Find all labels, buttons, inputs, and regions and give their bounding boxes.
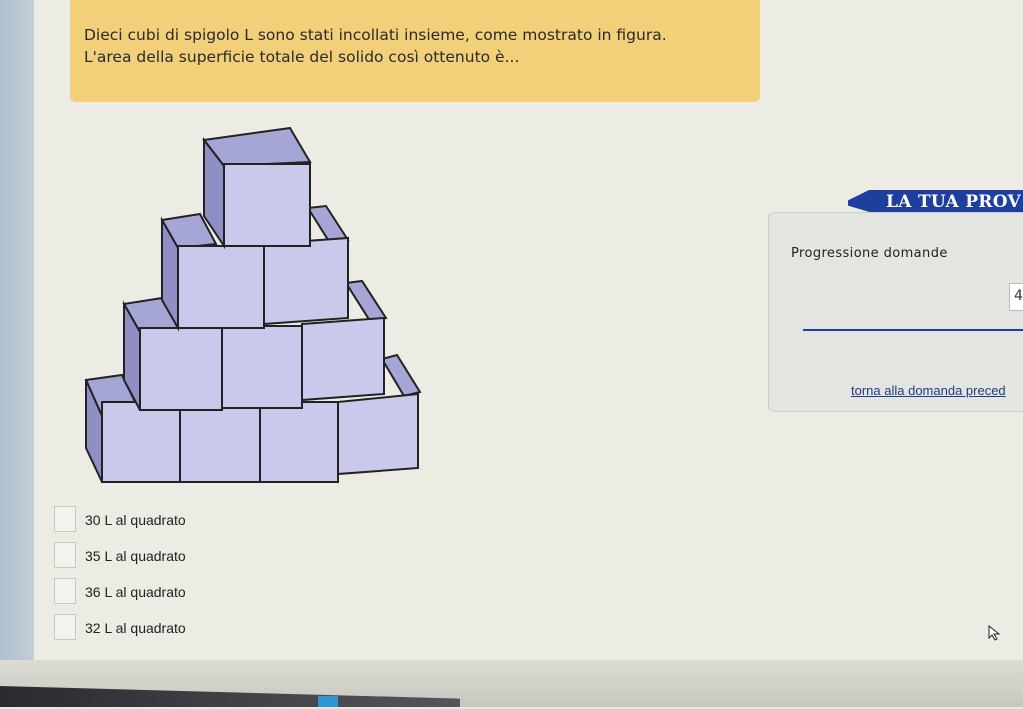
answer-label-3: 36 L al quadrato <box>85 584 186 600</box>
progress-title: Progressione domande <box>791 246 948 261</box>
answer-label-2: 35 L al quadrato <box>85 548 186 564</box>
answer-checkbox-1[interactable] <box>54 506 76 532</box>
cube-pyramid-figure <box>84 126 422 483</box>
progress-panel: Progressione domande 4 torna alla domand… <box>768 212 1023 412</box>
cube-row-1 <box>202 126 312 250</box>
question-box: Dieci cubi di spigolo L sono stati incol… <box>70 0 760 102</box>
previous-question-link[interactable]: torna alla domanda preced <box>851 383 1006 398</box>
answer-option-3[interactable]: 36 L al quadrato <box>54 578 354 606</box>
progress-bar <box>803 329 1023 331</box>
question-text-line-2: L'area della superficie totale del solid… <box>84 48 520 66</box>
taskbar-chevron-icon[interactable]: ⌃ <box>346 696 355 709</box>
answer-option-2[interactable]: 35 L al quadrato <box>54 542 354 570</box>
answer-label-1: 30 L al quadrato <box>85 512 186 528</box>
mouse-cursor-icon <box>988 625 1001 641</box>
taskbar-app-icon[interactable] <box>318 696 338 707</box>
question-number-box[interactable]: 4 <box>1009 283 1023 311</box>
test-panel-title: LA TUA PROV <box>886 192 1022 212</box>
answer-option-4[interactable]: 32 L al quadrato <box>54 614 354 642</box>
answer-checkbox-2[interactable] <box>54 542 76 568</box>
answer-checkbox-4[interactable] <box>54 614 76 640</box>
answer-label-4: 32 L al quadrato <box>85 620 186 636</box>
answer-checkbox-3[interactable] <box>54 578 76 604</box>
question-text-line-1: Dieci cubi di spigolo L sono stati incol… <box>84 26 667 44</box>
answer-option-1[interactable]: 30 L al quadrato <box>54 506 354 534</box>
